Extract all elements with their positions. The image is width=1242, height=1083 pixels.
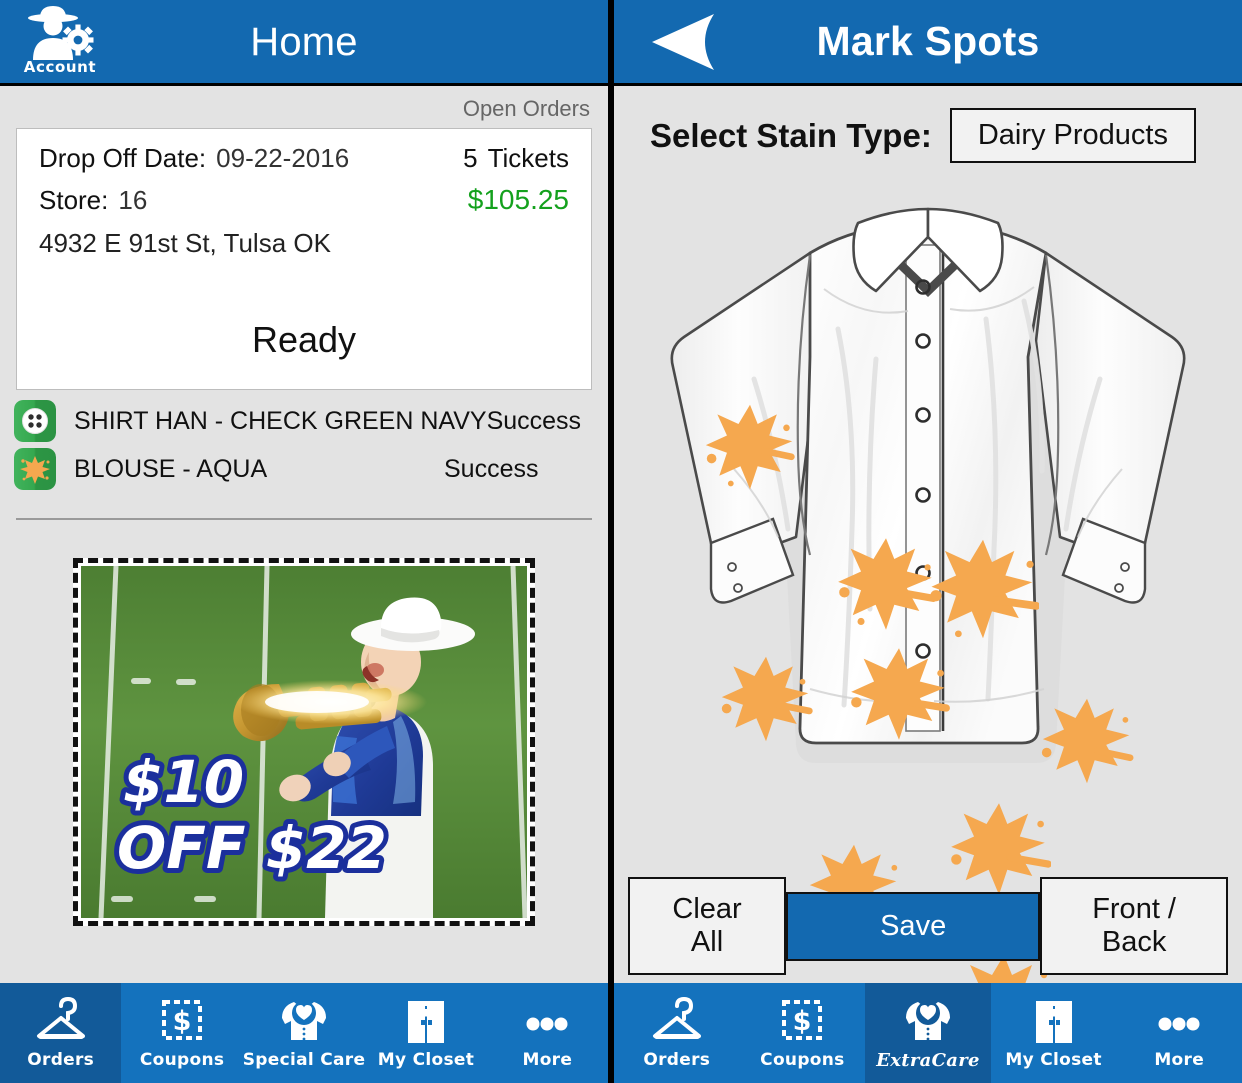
back-arrow-icon — [652, 13, 714, 70]
home-panel: Account Home Open Orders Drop Off Date: … — [0, 0, 608, 1083]
tab-label: More — [1154, 1050, 1205, 1070]
drop-off-date-value: 09-22-2016 — [216, 143, 350, 173]
home-navbar: Account Home — [0, 0, 608, 86]
order-items-list: SHIRT HAN - CHECK GREEN NAVY Success BLO… — [14, 398, 594, 492]
tab-label: Orders — [27, 1050, 95, 1070]
tab-my-closet[interactable]: My Closet — [365, 983, 486, 1083]
order-amount: $105.25 — [467, 184, 569, 215]
action-buttons-row: Clear All Save Front / Back — [614, 877, 1242, 975]
app-screen: Account Home Open Orders Drop Off Date: … — [0, 0, 1242, 1083]
mark-spots-navbar: Mark Spots — [614, 0, 1242, 86]
tab-more[interactable]: More — [1116, 983, 1242, 1083]
mark-spots-panel: Mark Spots Select Stain Type: Dairy Prod… — [614, 0, 1242, 1083]
open-orders-label: Open Orders — [462, 96, 590, 121]
closet-icon — [407, 1001, 444, 1043]
list-item[interactable]: SHIRT HAN - CHECK GREEN NAVY Success — [14, 398, 594, 444]
tab-special-care[interactable]: Special Care — [243, 983, 366, 1083]
ellipsis-icon — [1158, 1017, 1200, 1031]
promo-image: $10 $10 OFF $22 OFF $22 — [81, 566, 527, 918]
shirt-heart-icon — [282, 1001, 327, 1041]
dollar-coupon-icon: $ — [162, 1000, 203, 1040]
promo-coupon-banner[interactable]: $10 $10 OFF $22 OFF $22 — [73, 558, 535, 926]
closet-icon — [1035, 1001, 1072, 1043]
account-label: Account — [23, 58, 97, 76]
tickets-label: Tickets — [487, 143, 569, 173]
tab-label: More — [522, 1050, 573, 1070]
stain-type-row: Select Stain Type: Dairy Products — [614, 86, 1242, 163]
stain-spot[interactable] — [718, 651, 814, 747]
store-label: Store: — [39, 185, 109, 215]
stain-type-select[interactable]: Dairy Products — [949, 108, 1196, 163]
svg-text:OFF $22: OFF $22 — [117, 814, 387, 882]
garment-canvas[interactable] — [614, 169, 1242, 1043]
svg-text:$: $ — [173, 1006, 192, 1037]
stain-type-label: Select Stain Type: — [650, 116, 932, 154]
shirt-heart-icon — [905, 1000, 950, 1040]
mark-spots-title: Mark Spots — [816, 18, 1040, 64]
hanger-icon — [652, 996, 701, 1039]
stain-spot[interactable] — [1039, 693, 1135, 789]
order-card[interactable]: Drop Off Date: 09-22-2016 5 Tickets Stor… — [16, 128, 592, 390]
section-divider — [16, 518, 592, 520]
tickets-count: 5 — [463, 143, 478, 173]
tab-label: ExtraCare — [876, 1049, 980, 1071]
item-name: BLOUSE - AQUA — [74, 454, 268, 483]
item-status: Success — [486, 406, 582, 435]
back-button[interactable] — [646, 12, 720, 72]
shirt-button-icon — [14, 400, 56, 442]
tab-label: Special Care — [242, 1050, 366, 1070]
list-item[interactable]: BLOUSE - AQUA Success — [14, 446, 594, 492]
item-status: Success — [444, 454, 539, 483]
tab-my-closet[interactable]: My Closet — [991, 983, 1117, 1083]
stain-spot[interactable] — [834, 532, 938, 636]
tab-label: Coupons — [139, 1050, 225, 1070]
tab-more[interactable]: More — [487, 983, 608, 1083]
tab-label: My Closet — [377, 1050, 475, 1070]
tab-label: My Closet — [1005, 1050, 1102, 1070]
drop-off-date-label: Drop Off Date: — [39, 143, 207, 173]
store-address: 4932 E 91st St, Tulsa OK — [39, 228, 331, 258]
dollar-coupon-icon: $ — [782, 1000, 823, 1040]
tab-orders[interactable]: Orders — [614, 983, 740, 1083]
tab-orders[interactable]: Orders — [0, 983, 122, 1083]
order-status: Ready — [251, 319, 357, 360]
stain-spot[interactable] — [702, 399, 798, 495]
tab-coupons[interactable]: $ Coupons — [740, 983, 866, 1083]
tab-label: Orders — [643, 1050, 711, 1070]
home-title: Home — [250, 19, 358, 64]
home-tabbar: Orders $ Coupons Special Care My Closet … — [0, 983, 608, 1083]
tab-label: Coupons — [760, 1050, 845, 1070]
stain-splat-icon — [14, 448, 56, 490]
tab-coupons[interactable]: $ Coupons — [121, 983, 242, 1083]
account-button[interactable]: Account — [14, 4, 106, 82]
account-person-gear-icon — [28, 6, 94, 60]
svg-text:$10: $10 — [123, 748, 244, 816]
mark-spots-tabbar: Orders $ Coupons ExtraCare My Closet Mor… — [614, 983, 1242, 1083]
tab-extracare[interactable]: ExtraCare — [865, 983, 991, 1083]
svg-text:$: $ — [793, 1006, 812, 1037]
front-back-button[interactable]: Front / Back — [1040, 877, 1228, 975]
save-button[interactable]: Save — [786, 891, 1041, 961]
stain-spot[interactable] — [927, 533, 1039, 645]
hanger-icon — [36, 996, 85, 1039]
clear-all-button[interactable]: Clear All — [628, 877, 787, 975]
ellipsis-icon — [526, 1017, 568, 1031]
store-value: 16 — [118, 185, 148, 215]
stain-spot[interactable] — [847, 642, 951, 746]
item-name: SHIRT HAN - CHECK GREEN NAVY — [74, 406, 487, 435]
